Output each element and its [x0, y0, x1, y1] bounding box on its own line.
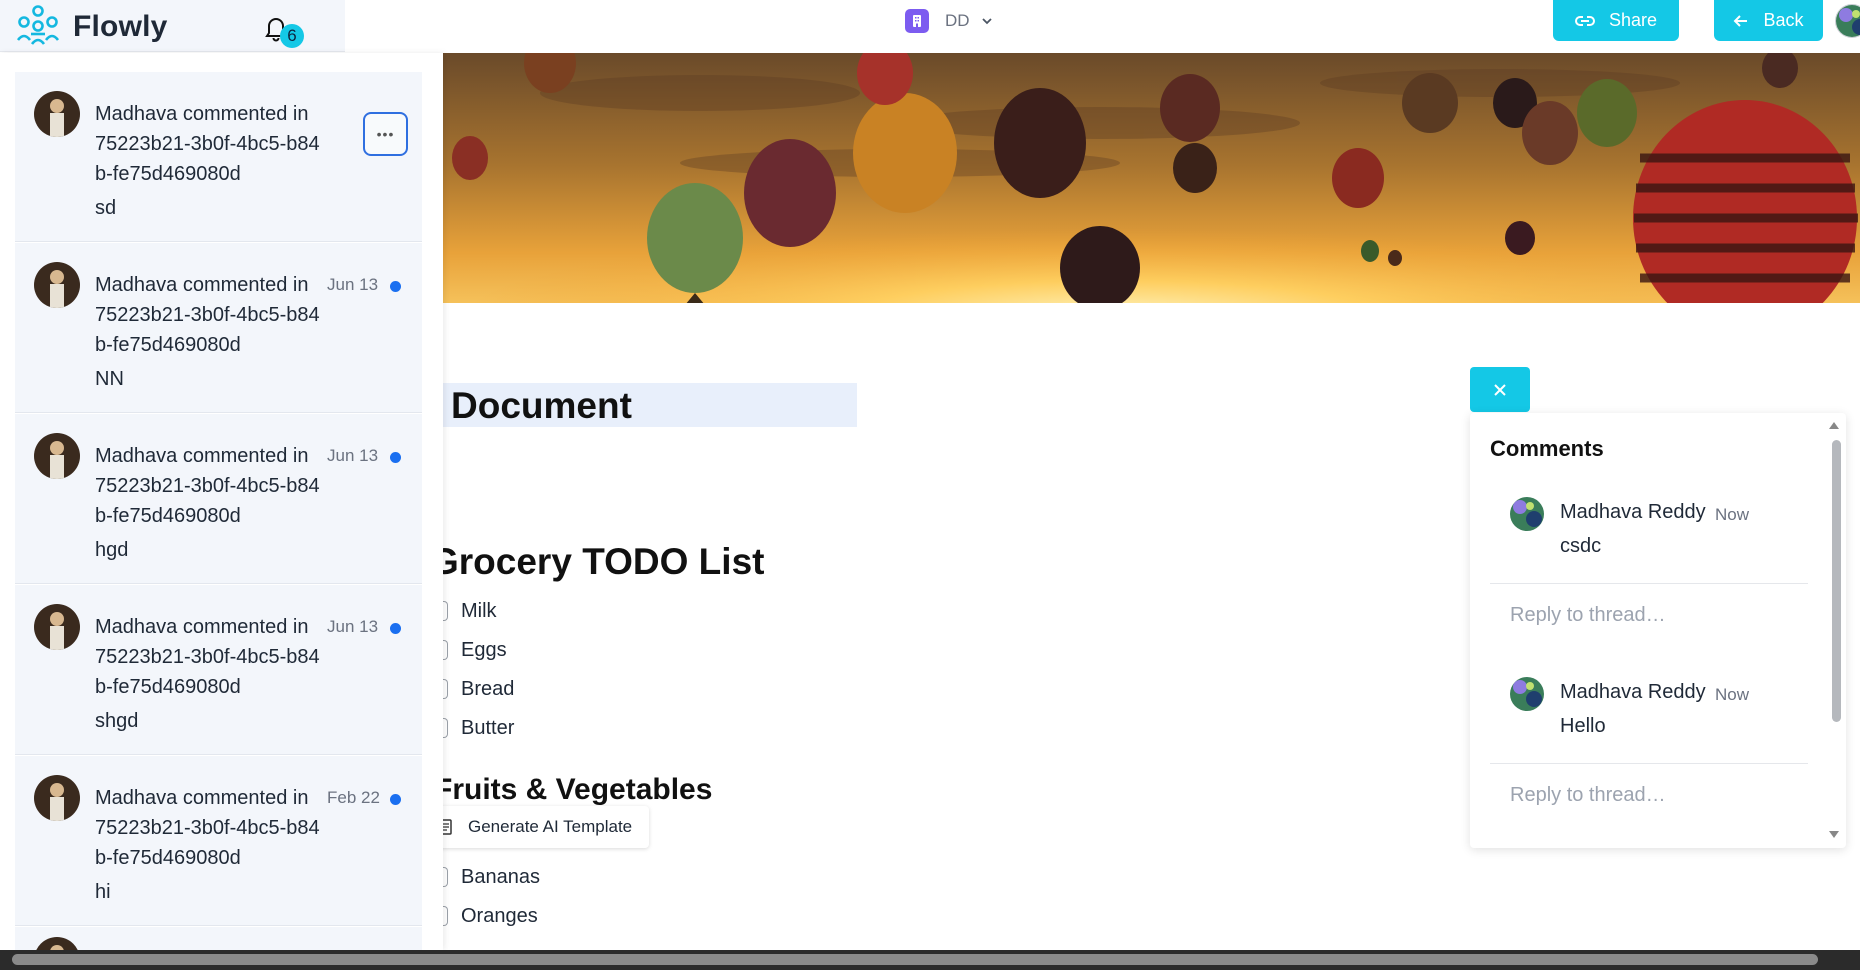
notification-text: Madhava commented in 75223b21-3b0f-4bc5-…: [95, 616, 320, 698]
scroll-down-arrow-icon: [1829, 831, 1839, 838]
notifications-panel: Madhava commented in 75223b21-3b0f-4bc5-…: [0, 53, 443, 950]
scroll-up-arrow-icon: [1829, 422, 1839, 429]
avatar: [34, 433, 80, 479]
divider: [1490, 763, 1808, 764]
todo-item[interactable]: Eggs: [432, 637, 507, 663]
avatar-image: [34, 262, 80, 308]
notification-text: Madhava commented in 75223b21-3b0f-4bc5-…: [95, 787, 320, 869]
todo-label: Bread: [461, 677, 515, 700]
back-button-label: Back: [1763, 10, 1804, 30]
workspace-name: DD: [945, 11, 970, 30]
flowly-logo-icon: [16, 5, 60, 45]
reply-to-thread-input[interactable]: Reply to thread…: [1510, 784, 1666, 807]
notification-message: sd: [95, 197, 117, 219]
avatar: [34, 775, 80, 821]
comments-scrollbar-thumb[interactable]: [1832, 440, 1841, 722]
avatar-image: [34, 604, 80, 650]
chevron-down-icon: [981, 18, 992, 25]
horizontal-scrollbar-thumb[interactable]: [12, 954, 1818, 965]
user-avatar[interactable]: [1835, 4, 1860, 38]
notification-date: Feb 22: [327, 788, 380, 807]
avatar-image: [1510, 497, 1544, 531]
building-icon: [913, 15, 921, 27]
avatar-image: [34, 937, 80, 950]
notification-message: shgd: [95, 710, 139, 732]
todo-label: Butter: [461, 716, 515, 739]
comment-text: csdc: [1560, 535, 1602, 557]
close-comments-button[interactable]: [1470, 367, 1530, 412]
comments-title: Comments: [1490, 436, 1604, 461]
notification-item[interactable]: Madhava commented in 75223b21-3b0f-4bc5-…: [15, 756, 422, 926]
back-button[interactable]: Back: [1714, 0, 1823, 41]
notification-date: Jun 13: [327, 446, 379, 465]
workspace-switcher[interactable]: DD: [905, 8, 994, 34]
avatar: [34, 262, 80, 308]
notification-date: Jun 13: [327, 275, 379, 294]
avatar: [34, 937, 80, 950]
notification-message: hi: [95, 881, 111, 903]
todo-item[interactable]: Bananas: [432, 864, 540, 890]
share-button[interactable]: Share: [1553, 0, 1679, 41]
unread-indicator: [390, 794, 401, 805]
comment-author: Madhava Reddy: [1560, 681, 1706, 703]
notification-message: hgd: [95, 539, 129, 561]
todo-label: Milk: [461, 599, 497, 622]
unread-indicator: [390, 281, 401, 292]
notification-item[interactable]: Madhava commented in 75223b21-3b0f-4bc5-…: [15, 72, 422, 242]
todo-label: Eggs: [461, 638, 507, 661]
avatar-image: [34, 91, 80, 137]
ellipsis-icon: •••: [376, 126, 395, 142]
workspace-icon: [905, 9, 929, 33]
avatar: [1510, 677, 1544, 711]
todo-item[interactable]: Butter: [432, 715, 514, 741]
unread-indicator: [390, 623, 401, 634]
notification-item[interactable]: [15, 927, 422, 950]
avatar: [34, 604, 80, 650]
comment-time: Now: [1715, 505, 1750, 524]
notification-message: NN: [95, 368, 124, 390]
generate-ai-template-label: Generate AI Template: [468, 817, 633, 836]
user-avatar-image: [1836, 5, 1860, 37]
comment-author: Madhava Reddy: [1560, 501, 1706, 523]
avatar-image: [1510, 677, 1544, 711]
notification-text: Madhava commented in 75223b21-3b0f-4bc5-…: [95, 103, 320, 185]
notification-date: Jun 13: [327, 617, 379, 636]
notification-item[interactable]: Madhava commented in 75223b21-3b0f-4bc5-…: [15, 414, 422, 584]
avatar: [1510, 497, 1544, 531]
todo-item[interactable]: Bread: [432, 676, 514, 702]
todo-item[interactable]: Oranges: [432, 903, 538, 929]
arrow-left-icon: [1734, 14, 1748, 27]
notification-count-badge: 6: [280, 24, 304, 48]
heading-grocery[interactable]: Grocery TODO List: [430, 541, 764, 583]
app-name: Flowly: [73, 10, 168, 43]
brand-area: Flowly 6: [0, 0, 345, 52]
notification-text: Madhava commented in 75223b21-3b0f-4bc5-…: [95, 274, 320, 356]
more-options-button[interactable]: •••: [363, 112, 408, 156]
heading-fruits[interactable]: Fruits & Vegetables: [434, 773, 712, 807]
unread-indicator: [390, 452, 401, 463]
comment-time: Now: [1715, 685, 1750, 704]
notification-item[interactable]: Madhava commented in 75223b21-3b0f-4bc5-…: [15, 243, 422, 413]
page-title[interactable]: Document: [451, 385, 632, 427]
avatar-image: [34, 433, 80, 479]
notification-text: Madhava commented in 75223b21-3b0f-4bc5-…: [95, 445, 320, 527]
avatar-image: [34, 775, 80, 821]
link-icon: [1574, 15, 1595, 26]
avatar: [34, 91, 80, 137]
divider: [1490, 583, 1808, 584]
share-button-label: Share: [1608, 10, 1658, 30]
generate-ai-template-button[interactable]: Generate AI Template: [436, 806, 649, 848]
top-bar: Flowly 6 DD Share Back: [0, 0, 1860, 53]
todo-label: Oranges: [461, 904, 538, 927]
comment-text: Hello: [1560, 715, 1606, 737]
todo-label: Bananas: [461, 865, 540, 888]
notification-item[interactable]: Madhava commented in 75223b21-3b0f-4bc5-…: [15, 585, 422, 755]
comments-panel: Comments Madhava Reddy Now csdc Reply to…: [1470, 413, 1846, 848]
reply-to-thread-input[interactable]: Reply to thread…: [1510, 604, 1666, 627]
close-icon: [1494, 383, 1506, 396]
